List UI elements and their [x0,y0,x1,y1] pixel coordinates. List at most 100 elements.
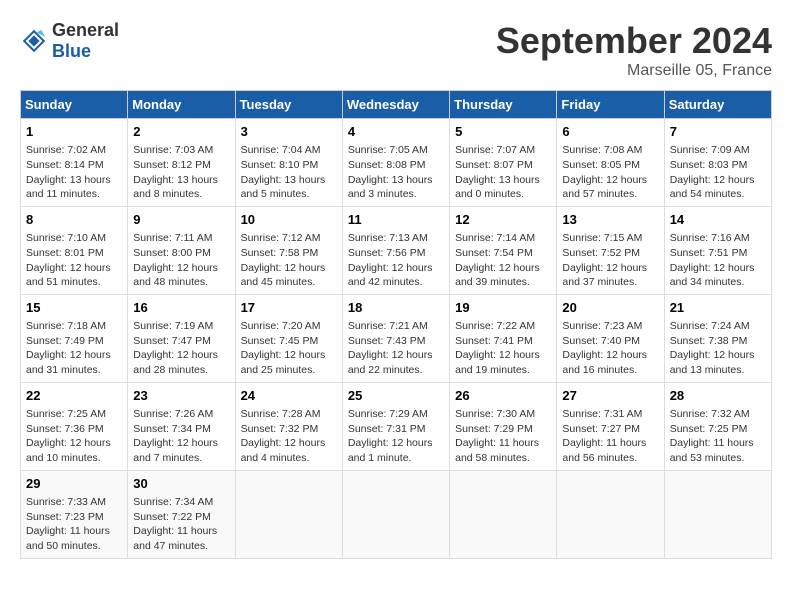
day-number: 14 [670,211,766,229]
day-number: 6 [562,123,658,141]
weekday-header-thursday: Thursday [450,91,557,119]
day-info: Sunrise: 7:07 AMSunset: 8:07 PMDaylight:… [455,143,551,202]
weekday-header-friday: Friday [557,91,664,119]
logo-text: General Blue [52,20,119,62]
calendar-day-cell: 23 Sunrise: 7:26 AMSunset: 7:34 PMDayligh… [128,382,235,470]
day-info: Sunrise: 7:03 AMSunset: 8:12 PMDaylight:… [133,143,229,202]
day-number: 8 [26,211,122,229]
calendar-week-row: 29 Sunrise: 7:33 AMSunset: 7:23 PMDayligh… [21,470,772,558]
day-info: Sunrise: 7:05 AMSunset: 8:08 PMDaylight:… [348,143,444,202]
day-info: Sunrise: 7:09 AMSunset: 8:03 PMDaylight:… [670,143,766,202]
calendar-day-cell [342,470,449,558]
day-number: 3 [241,123,337,141]
day-info: Sunrise: 7:04 AMSunset: 8:10 PMDaylight:… [241,143,337,202]
day-info: Sunrise: 7:25 AMSunset: 7:36 PMDaylight:… [26,407,122,466]
day-number: 26 [455,387,551,405]
day-info: Sunrise: 7:11 AMSunset: 8:00 PMDaylight:… [133,231,229,290]
day-number: 10 [241,211,337,229]
day-number: 21 [670,299,766,317]
weekday-header-wednesday: Wednesday [342,91,449,119]
day-number: 28 [670,387,766,405]
month-title: September 2024 [496,20,772,62]
calendar-day-cell: 16 Sunrise: 7:19 AMSunset: 7:47 PMDayligh… [128,294,235,382]
day-info: Sunrise: 7:08 AMSunset: 8:05 PMDaylight:… [562,143,658,202]
day-number: 11 [348,211,444,229]
calendar-day-cell [557,470,664,558]
calendar-week-row: 15 Sunrise: 7:18 AMSunset: 7:49 PMDayligh… [21,294,772,382]
day-number: 5 [455,123,551,141]
day-number: 9 [133,211,229,229]
calendar-day-cell [450,470,557,558]
calendar-week-row: 22 Sunrise: 7:25 AMSunset: 7:36 PMDayligh… [21,382,772,470]
day-info: Sunrise: 7:21 AMSunset: 7:43 PMDaylight:… [348,319,444,378]
day-info: Sunrise: 7:24 AMSunset: 7:38 PMDaylight:… [670,319,766,378]
day-info: Sunrise: 7:15 AMSunset: 7:52 PMDaylight:… [562,231,658,290]
weekday-header-saturday: Saturday [664,91,771,119]
calendar-day-cell: 25 Sunrise: 7:29 AMSunset: 7:31 PMDayligh… [342,382,449,470]
calendar-day-cell: 3 Sunrise: 7:04 AMSunset: 8:10 PMDaylight… [235,119,342,207]
calendar-day-cell: 28 Sunrise: 7:32 AMSunset: 7:25 PMDayligh… [664,382,771,470]
calendar-day-cell: 1 Sunrise: 7:02 AMSunset: 8:14 PMDaylight… [21,119,128,207]
calendar-day-cell: 9 Sunrise: 7:11 AMSunset: 8:00 PMDaylight… [128,206,235,294]
day-number: 25 [348,387,444,405]
day-number: 23 [133,387,229,405]
day-number: 16 [133,299,229,317]
day-number: 17 [241,299,337,317]
calendar-week-row: 1 Sunrise: 7:02 AMSunset: 8:14 PMDaylight… [21,119,772,207]
calendar-day-cell: 20Sunrise: 7:23 AMSunset: 7:40 PMDayligh… [557,294,664,382]
day-info: Sunrise: 7:16 AMSunset: 7:51 PMDaylight:… [670,231,766,290]
day-number: 15 [26,299,122,317]
page-header: General Blue September 2024 Marseille 05… [20,20,772,80]
day-number: 2 [133,123,229,141]
calendar-day-cell: 29 Sunrise: 7:33 AMSunset: 7:23 PMDayligh… [21,470,128,558]
day-info: Sunrise: 7:26 AMSunset: 7:34 PMDaylight:… [133,407,229,466]
day-number: 27 [562,387,658,405]
calendar-day-cell: 4Sunrise: 7:05 AMSunset: 8:08 PMDaylight… [342,119,449,207]
day-number: 22 [26,387,122,405]
calendar-day-cell: 22 Sunrise: 7:25 AMSunset: 7:36 PMDayligh… [21,382,128,470]
calendar-day-cell: 13 Sunrise: 7:15 AMSunset: 7:52 PMDayligh… [557,206,664,294]
day-info: Sunrise: 7:10 AMSunset: 8:01 PMDaylight:… [26,231,122,290]
weekday-header-sunday: Sunday [21,91,128,119]
calendar-day-cell: 18 Sunrise: 7:21 AMSunset: 7:43 PMDayligh… [342,294,449,382]
day-info: Sunrise: 7:30 AMSunset: 7:29 PMDaylight:… [455,407,551,466]
day-info: Sunrise: 7:33 AMSunset: 7:23 PMDaylight:… [26,495,122,554]
day-info: Sunrise: 7:32 AMSunset: 7:25 PMDaylight:… [670,407,766,466]
day-number: 1 [26,123,122,141]
day-number: 18 [348,299,444,317]
day-number: 30 [133,475,229,493]
day-info: Sunrise: 7:28 AMSunset: 7:32 PMDaylight:… [241,407,337,466]
day-number: 24 [241,387,337,405]
day-info: Sunrise: 7:29 AMSunset: 7:31 PMDaylight:… [348,407,444,466]
day-info: Sunrise: 7:31 AMSunset: 7:27 PMDaylight:… [562,407,658,466]
calendar-day-cell: 2 Sunrise: 7:03 AMSunset: 8:12 PMDaylight… [128,119,235,207]
day-info: Sunrise: 7:23 AMSunset: 7:40 PMDaylight:… [562,319,658,378]
calendar-day-cell: 21 Sunrise: 7:24 AMSunset: 7:38 PMDayligh… [664,294,771,382]
day-info: Sunrise: 7:02 AMSunset: 8:14 PMDaylight:… [26,143,122,202]
weekday-header-tuesday: Tuesday [235,91,342,119]
calendar-day-cell: 11 Sunrise: 7:13 AMSunset: 7:56 PMDayligh… [342,206,449,294]
calendar-day-cell: 10Sunrise: 7:12 AMSunset: 7:58 PMDayligh… [235,206,342,294]
day-number: 12 [455,211,551,229]
calendar-day-cell: 30 Sunrise: 7:34 AMSunset: 7:22 PMDayligh… [128,470,235,558]
calendar-day-cell: 14 Sunrise: 7:16 AMSunset: 7:51 PMDayligh… [664,206,771,294]
calendar-week-row: 8 Sunrise: 7:10 AMSunset: 8:01 PMDaylight… [21,206,772,294]
calendar-day-cell: 6 Sunrise: 7:08 AMSunset: 8:05 PMDaylight… [557,119,664,207]
calendar-day-cell [664,470,771,558]
day-info: Sunrise: 7:22 AMSunset: 7:41 PMDaylight:… [455,319,551,378]
calendar-day-cell: 24 Sunrise: 7:28 AMSunset: 7:32 PMDayligh… [235,382,342,470]
calendar-day-cell: 26 Sunrise: 7:30 AMSunset: 7:29 PMDayligh… [450,382,557,470]
calendar-day-cell: 27 Sunrise: 7:31 AMSunset: 7:27 PMDayligh… [557,382,664,470]
day-info: Sunrise: 7:19 AMSunset: 7:47 PMDaylight:… [133,319,229,378]
calendar-day-cell: 8 Sunrise: 7:10 AMSunset: 8:01 PMDaylight… [21,206,128,294]
day-number: 29 [26,475,122,493]
title-section: September 2024 Marseille 05, France [496,20,772,80]
day-info: Sunrise: 7:34 AMSunset: 7:22 PMDaylight:… [133,495,229,554]
day-info: Sunrise: 7:13 AMSunset: 7:56 PMDaylight:… [348,231,444,290]
logo: General Blue [20,20,119,62]
weekday-header-row: SundayMondayTuesdayWednesdayThursdayFrid… [21,91,772,119]
day-number: 13 [562,211,658,229]
logo-icon [20,27,48,55]
day-info: Sunrise: 7:18 AMSunset: 7:49 PMDaylight:… [26,319,122,378]
calendar-day-cell [235,470,342,558]
